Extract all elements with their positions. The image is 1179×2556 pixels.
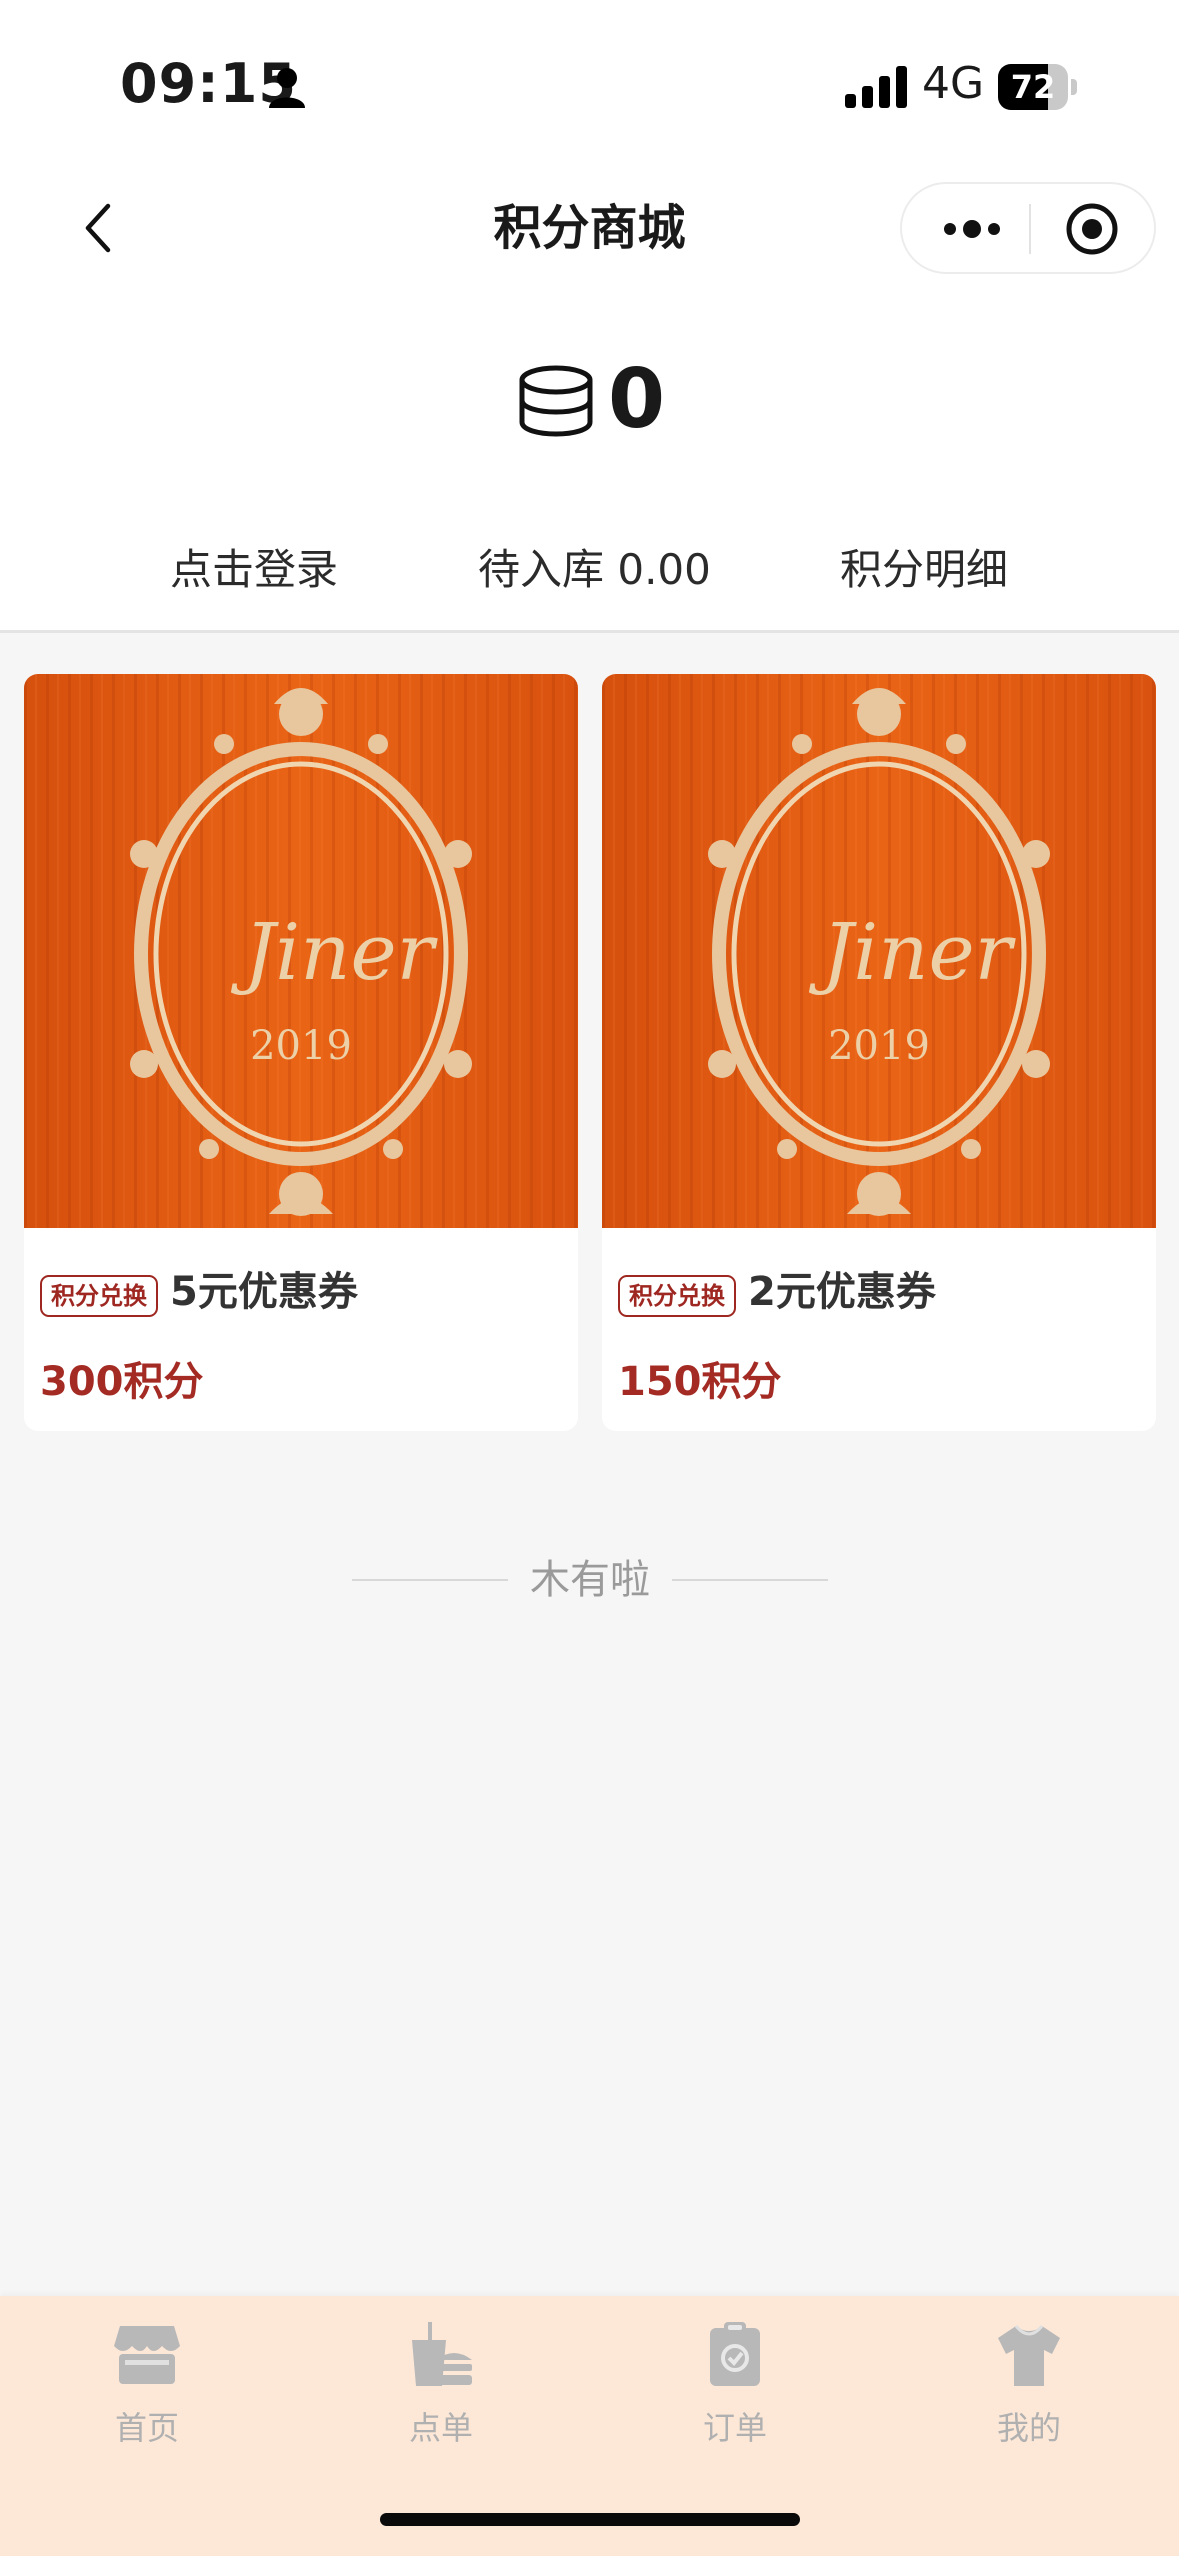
exchange-tag: 积分兑换 (618, 1275, 736, 1317)
coin-stack-icon (519, 365, 593, 437)
more-icon[interactable] (936, 202, 1008, 256)
home-indicator[interactable] (380, 2513, 800, 2526)
store-icon (114, 2326, 180, 2384)
header-divider (0, 630, 1179, 633)
tab-label: 我的 (996, 2409, 1061, 2447)
shirt-icon (998, 2325, 1060, 2386)
product-image-script: Jiner (230, 908, 439, 998)
product-card[interactable]: Jiner 2019 积分兑换 2元优惠券 150积分 (602, 674, 1156, 1431)
tab-home[interactable]: 首页 (0, 2296, 294, 2476)
close-target-icon[interactable] (1052, 202, 1132, 256)
product-image: Jiner 2019 (602, 674, 1156, 1228)
tab-label: 首页 (114, 2409, 179, 2447)
product-name: 2元优惠券 (748, 1269, 936, 1315)
product-image-year: 2019 (250, 1023, 352, 1069)
mini-program-capsule (900, 182, 1156, 274)
battery-icon: 72 (998, 64, 1078, 110)
tab-label: 订单 (702, 2409, 767, 2447)
network-label: 4G (922, 58, 985, 109)
product-price: 300积分 (40, 1359, 204, 1405)
tab-order-menu[interactable]: 点单 (294, 2296, 588, 2476)
battery-text: 72 (1010, 68, 1056, 106)
login-link[interactable]: 点击登录 (170, 540, 338, 600)
tab-mine[interactable]: 我的 (882, 2296, 1176, 2476)
pending-points: 待入库 0.00 (478, 545, 711, 594)
points-value: 0 (608, 352, 666, 447)
person-icon (269, 68, 305, 108)
exchange-tag: 积分兑换 (40, 1275, 158, 1317)
signal-icon (845, 66, 907, 108)
product-image: Jiner 2019 (24, 674, 578, 1228)
end-divider-right (672, 1579, 828, 1581)
product-image-year: 2019 (828, 1023, 930, 1069)
drink-burger-icon (412, 2322, 472, 2386)
order-clipboard-icon (710, 2322, 760, 2386)
tab-orders[interactable]: 订单 (588, 2296, 882, 2476)
product-card[interactable]: Jiner 2019 积分兑换 5元优惠券 300积分 (24, 674, 578, 1431)
product-name: 5元优惠券 (170, 1269, 358, 1315)
product-image-script: Jiner (808, 908, 1017, 998)
product-price: 150积分 (618, 1359, 782, 1405)
points-detail-link[interactable]: 积分明细 (840, 540, 1008, 600)
tab-label: 点单 (408, 2409, 473, 2447)
